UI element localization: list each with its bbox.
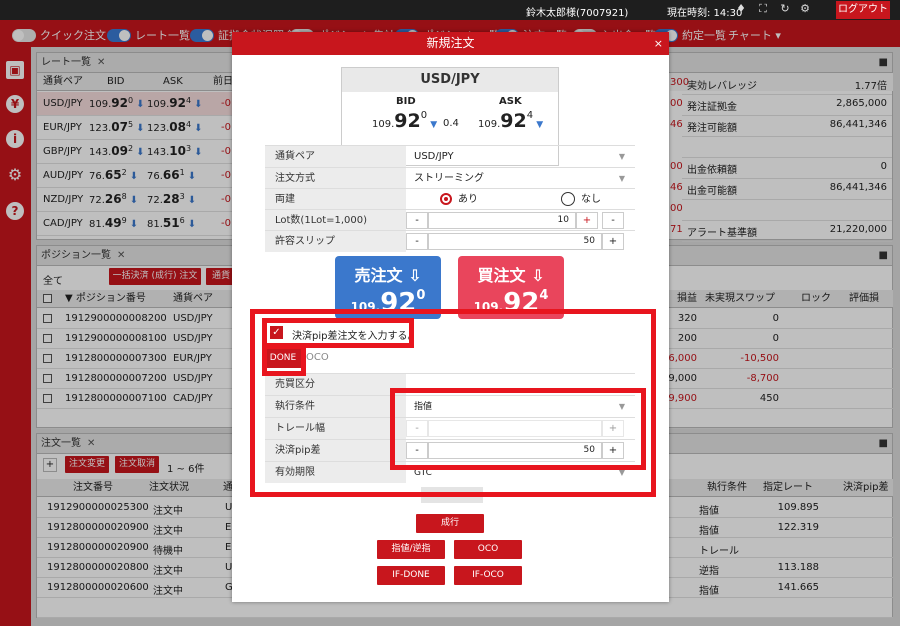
done-highlight-box [262, 344, 306, 376]
price-part: 109. [478, 119, 501, 130]
ask-price: 109.924 ▼ [478, 110, 543, 132]
lot-label: Lot数(1Lot=1,000) [265, 210, 406, 231]
price-fraction: 4 [539, 288, 549, 303]
ifoco-order-button[interactable]: IF-OCO [454, 566, 522, 585]
price-fraction: 4 [526, 110, 534, 121]
market-order-button[interactable]: 成行 [416, 514, 484, 533]
bid-label: BID [396, 96, 416, 107]
lot-row: Lot数(1Lot=1,000) - 10 + - [265, 209, 635, 231]
method-label: 注文方式 [265, 168, 406, 189]
logout-button[interactable]: ログアウト [836, 1, 890, 19]
lot-input[interactable]: 10 [428, 212, 576, 229]
current-time: 現在時刻: 14:30 [667, 8, 743, 19]
method-row: 注文方式 ストリーミング ▼ [265, 167, 635, 189]
pair-row: 通貨ペア USD/JPY ▼ [265, 145, 635, 167]
lot-menu-button[interactable]: - [602, 212, 624, 229]
dialog-title: 新規注文 × [232, 32, 669, 55]
slip-label: 許容スリップ [265, 231, 406, 252]
method-select[interactable]: ストリーミング ▼ [406, 168, 635, 189]
spread: 0.4 [443, 118, 459, 129]
bell-icon[interactable]: ♦ [735, 3, 747, 15]
user-name: 鈴木太郎様(7007921) [526, 8, 629, 19]
lot-plus-button[interactable]: + [576, 212, 598, 229]
chevron-down-icon: ▼ [618, 174, 625, 183]
price-fraction: 0 [420, 110, 428, 121]
arrow-down-icon: ▼ [430, 120, 438, 130]
price-pips: 92 [500, 110, 527, 132]
both-no-radio[interactable] [561, 192, 575, 206]
price-pips: 92 [394, 110, 421, 132]
slip-stepper: - 50 + [406, 231, 635, 252]
dialog-title-text: 新規注文 [426, 36, 475, 50]
buy-label: 買注文 [477, 266, 526, 285]
pair-select[interactable]: USD/JPY ▼ [406, 146, 635, 167]
lot-minus-button[interactable]: - [406, 212, 428, 229]
price-fraction: 0 [416, 288, 426, 303]
quote-pair: USD/JPY [342, 68, 558, 92]
ask-label: ASK [499, 96, 522, 107]
both-radios: あり なし [406, 189, 635, 210]
arrow-down-icon: ⇩ [531, 266, 545, 285]
close-icon[interactable]: × [654, 32, 663, 55]
slip-plus-button[interactable]: + [602, 233, 624, 250]
refresh-icon[interactable]: ↻ [779, 3, 791, 15]
both-yes-label: あり [458, 194, 478, 205]
condition-highlight-box [390, 388, 646, 470]
arrow-down-icon: ⇩ [408, 266, 422, 285]
limit-order-button[interactable]: 指値/逆指 [377, 540, 445, 559]
pair-label: 通貨ペア [265, 146, 406, 167]
fullscreen-icon[interactable]: ⛶ [757, 3, 769, 15]
sell-label: 売注文 [354, 266, 403, 285]
radio-dot [444, 197, 448, 201]
oco-order-button[interactable]: OCO [454, 540, 522, 559]
both-yes-radio[interactable] [440, 193, 452, 205]
both-row: 両建 あり なし [265, 188, 635, 210]
price-part: 109. [372, 119, 395, 130]
arrow-down-icon: ▼ [536, 120, 544, 130]
gear-icon[interactable]: ⚙ [799, 3, 811, 15]
pair-value: USD/JPY [414, 151, 454, 162]
slip-row: 許容スリップ - 50 + [265, 230, 635, 252]
both-no-label: なし [581, 194, 601, 205]
bid-price: 109.920 ▼ [372, 110, 437, 132]
slip-input[interactable]: 50 [428, 233, 602, 250]
both-label: 両建 [265, 189, 406, 210]
method-value: ストリーミング [414, 173, 484, 184]
slip-minus-button[interactable]: - [406, 233, 428, 250]
top-bar: 鈴木太郎様(7007921) 現在時刻: 14:30 ♦ ⛶ ↻ ⚙ ログアウト [0, 0, 900, 20]
ifdone-order-button[interactable]: IF-DONE [377, 566, 445, 585]
chevron-down-icon: ▼ [618, 152, 625, 161]
lot-stepper: - 10 + - [406, 210, 635, 231]
